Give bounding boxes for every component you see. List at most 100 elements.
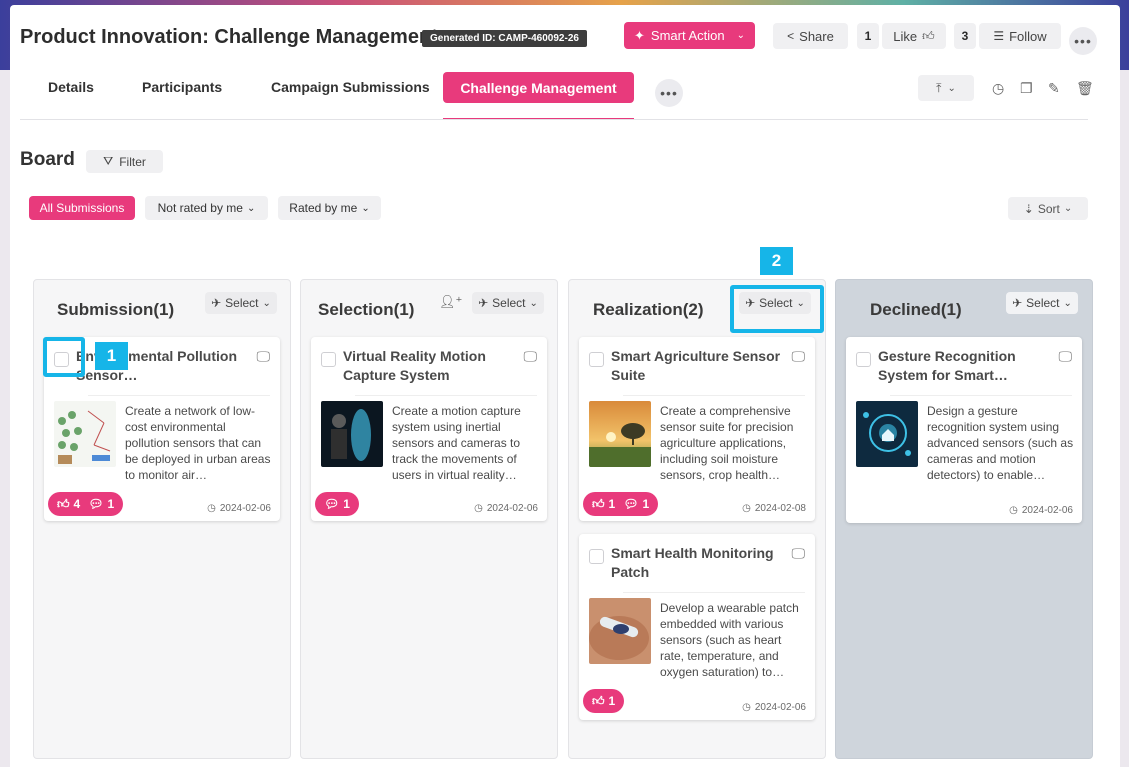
submission-card[interactable]: Gesture Recognition System for Smart… 🖵 … (846, 337, 1082, 523)
marker-label-1: 1 (95, 342, 128, 370)
like-count: 1 (857, 23, 879, 49)
card-title: Smart Agriculture Sensor Suite (611, 348, 781, 383)
rated-label: Rated by me (289, 201, 358, 215)
comment-count: 1 (642, 497, 650, 511)
not-rated-dropdown[interactable]: Not rated by me ⌄ (145, 196, 268, 220)
column-selection: Selection(1) 👤︎⁺ ✈ Select ⌄ Virtual Real… (300, 279, 558, 759)
submission-card[interactable]: Smart Health Monitoring Patch 🖵 Develop … (579, 534, 815, 720)
page-title: Product Innovation: Challenge Management (20, 26, 438, 48)
column-select-button[interactable]: ✈ Select ⌄ (205, 292, 277, 314)
sort-icon: ⇣ (1023, 201, 1034, 216)
sort-button[interactable]: ⇣ Sort ⌄ (1008, 197, 1088, 220)
card-divider (890, 395, 1072, 396)
tab-participants[interactable]: Participants (142, 79, 222, 95)
card-thumbnail (589, 401, 651, 467)
card-date: ◷ 2024-02-08 (742, 503, 806, 514)
follow-button[interactable]: ☰ Follow (979, 23, 1061, 49)
select-label: Select (225, 296, 259, 310)
trash-icon[interactable]: 🗑︎ (1076, 80, 1094, 97)
smart-action-label: Smart Action (650, 28, 725, 43)
card-checkbox[interactable] (856, 352, 871, 367)
card-description: Design a gesture recognition system usin… (927, 404, 1074, 482)
smart-action-button[interactable]: ✦ Smart Action ⌄ (624, 22, 755, 49)
monitor-icon[interactable]: 🖵 (792, 545, 806, 562)
comment-icon: 💬︎ (324, 497, 340, 511)
share-icon: < (787, 29, 795, 43)
like-count: 4 (73, 497, 81, 511)
card-title: Smart Health Monitoring Patch (611, 545, 774, 580)
history-icon[interactable]: ◷ (992, 80, 1004, 97)
thumbs-up-icon: 👍︎ (922, 28, 935, 43)
assign-user-icon[interactable]: 👤︎⁺ (439, 294, 462, 310)
card-divider (355, 395, 537, 396)
share-button[interactable]: < Share (773, 23, 848, 49)
column-select-button[interactable]: ✈ Select ⌄ (1006, 292, 1078, 314)
date-text: 2024-02-08 (754, 503, 806, 514)
submission-card[interactable]: Virtual Reality Motion Capture System 🖵 … (311, 337, 547, 521)
date-text: 2024-02-06 (486, 503, 538, 514)
edit-icon[interactable]: ✎ (1048, 80, 1060, 97)
date-text: 2024-02-06 (754, 702, 806, 713)
card-divider (623, 592, 805, 593)
reaction-badge[interactable]: 👍︎ 1 💬︎ 1 (583, 492, 659, 516)
card-divider (88, 395, 270, 396)
date-text: 2024-02-06 (1021, 505, 1073, 516)
more-tabs-button[interactable]: ••• (655, 79, 683, 107)
filter-button[interactable]: ⛛ Filter (86, 150, 163, 173)
thumbs-up-icon: 👍︎ (592, 693, 605, 708)
reaction-badge[interactable]: 💬︎ 1 (315, 492, 359, 516)
upload-icon: ⤒ (936, 80, 942, 95)
card-thumbnail (589, 598, 651, 664)
card-title: Gesture Recognition System for Smart… (878, 348, 1016, 383)
like-count: 1 (608, 497, 616, 511)
tab-details[interactable]: Details (48, 79, 94, 95)
card-checkbox[interactable] (321, 352, 336, 367)
clock-icon: ◷ (474, 503, 483, 514)
reaction-badge[interactable]: 👍︎ 1 (583, 689, 625, 713)
card-thumbnail (856, 401, 918, 467)
pin-icon: ✈ (1012, 296, 1023, 310)
reaction-badge[interactable]: 👍︎ 4 💬︎ 1 (48, 492, 124, 516)
column-title: Submission(1) (57, 300, 175, 319)
card-divider (623, 395, 805, 396)
comment-count: 1 (107, 497, 115, 511)
date-text: 2024-02-06 (219, 503, 271, 514)
column-select-button[interactable]: ✈ Select ⌄ (472, 292, 544, 314)
card-date: ◷ 2024-02-06 (1009, 505, 1073, 516)
more-options-button[interactable]: ••• (1069, 27, 1097, 55)
card-checkbox[interactable] (589, 549, 604, 564)
thumbs-up-icon: 👍︎ (57, 496, 70, 511)
card-description: Develop a wearable patch embedded with v… (660, 601, 799, 679)
card-title: Virtual Reality Motion Capture System (343, 348, 486, 383)
copy-icon[interactable]: ❐ (1020, 80, 1033, 97)
follow-count: 3 (954, 23, 976, 49)
board-title: Board (20, 149, 75, 170)
monitor-icon[interactable]: 🖵 (1059, 348, 1073, 365)
chevron-down-icon: ⌄ (947, 82, 956, 94)
select-label: Select (492, 296, 526, 310)
all-submissions-pill[interactable]: All Submissions (29, 196, 135, 220)
submission-card[interactable]: Smart Agriculture Sensor Suite 🖵 Create … (579, 337, 815, 521)
card-description: Create a network of low-cost environment… (125, 404, 271, 482)
clock-icon: ◷ (742, 702, 751, 713)
rated-dropdown[interactable]: Rated by me ⌄ (278, 196, 381, 220)
card-date: ◷ 2024-02-06 (207, 503, 271, 514)
like-count: 1 (608, 694, 616, 708)
like-button[interactable]: Like 👍︎ (882, 23, 946, 49)
column-title: Declined(1) (870, 300, 962, 319)
ellipsis-icon: ••• (1074, 33, 1092, 49)
marker-box-1 (43, 337, 85, 377)
tab-challenge-management[interactable]: Challenge Management (443, 72, 634, 103)
monitor-icon[interactable]: 🖵 (257, 348, 271, 365)
tab-divider (20, 119, 1088, 120)
comment-icon: 💬︎ (623, 497, 639, 511)
tab-campaign-submissions[interactable]: Campaign Submissions (271, 79, 430, 95)
follow-label: Follow (1009, 28, 1047, 44)
card-date: ◷ 2024-02-06 (474, 503, 538, 514)
sort-label: Sort (1037, 201, 1060, 216)
export-button[interactable]: ⤒ ⌄ (918, 75, 974, 101)
card-checkbox[interactable] (589, 352, 604, 367)
sparkle-icon: ✦ (634, 27, 645, 43)
monitor-icon[interactable]: 🖵 (792, 348, 806, 365)
monitor-icon[interactable]: 🖵 (524, 348, 538, 365)
